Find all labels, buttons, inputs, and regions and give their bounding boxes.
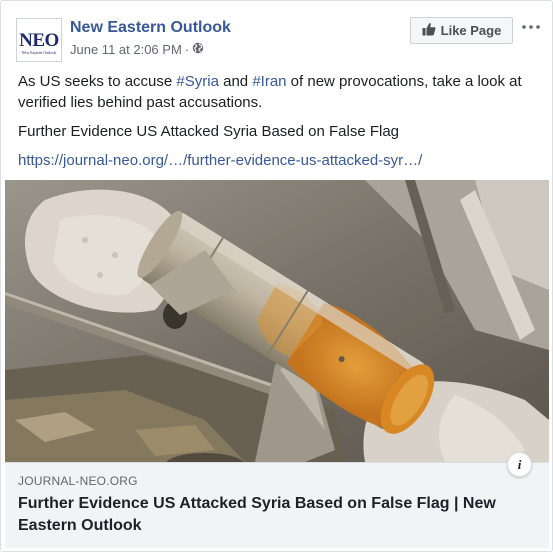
- article-url-link[interactable]: https://journal-neo.org/…/further-eviden…: [18, 152, 422, 169]
- page-name-link[interactable]: New Eastern Outlook: [70, 19, 231, 37]
- like-page-label: Like Page: [440, 23, 502, 38]
- like-page-button[interactable]: Like Page: [410, 17, 513, 44]
- page-avatar[interactable]: NEO New Eastern Outlook: [16, 18, 62, 62]
- facebook-post-card: NEO New Eastern Outlook New Eastern Outl…: [0, 0, 553, 552]
- post-timestamp[interactable]: June 11 at 2:06 PM: [70, 42, 182, 57]
- hashtag-iran-link[interactable]: #Iran: [252, 73, 286, 90]
- post-body: As US seeks to accuse #Syria and #Iran o…: [18, 71, 536, 179]
- post-text-part: As US seeks to accuse: [18, 73, 177, 90]
- meta-separator: ·: [184, 42, 190, 57]
- logo-subtext: New Eastern Outlook: [21, 50, 57, 55]
- post-text-part: and: [218, 73, 253, 90]
- info-icon[interactable]: i: [507, 452, 532, 477]
- logo-text: NEO: [19, 30, 59, 51]
- link-preview-box[interactable]: JOURNAL-NEO.ORG Further Evidence US Atta…: [5, 462, 549, 548]
- post-header: NEO New Eastern Outlook New Eastern Outl…: [16, 16, 540, 62]
- post-paragraph: As US seeks to accuse #Syria and #Iran o…: [18, 71, 536, 113]
- more-options-icon[interactable]: [520, 18, 542, 36]
- rocket-debris-photo[interactable]: [5, 180, 549, 462]
- post-meta: June 11 at 2:06 PM ·: [70, 42, 204, 57]
- hashtag-syria-link[interactable]: #Syria: [176, 73, 219, 90]
- globe-icon[interactable]: [192, 42, 204, 57]
- link-domain: JOURNAL-NEO.ORG: [18, 474, 138, 488]
- thumbs-up-icon: [422, 22, 436, 39]
- post-headline: Further Evidence US Attacked Syria Based…: [18, 123, 400, 140]
- link-title[interactable]: Further Evidence US Attacked Syria Based…: [18, 493, 518, 537]
